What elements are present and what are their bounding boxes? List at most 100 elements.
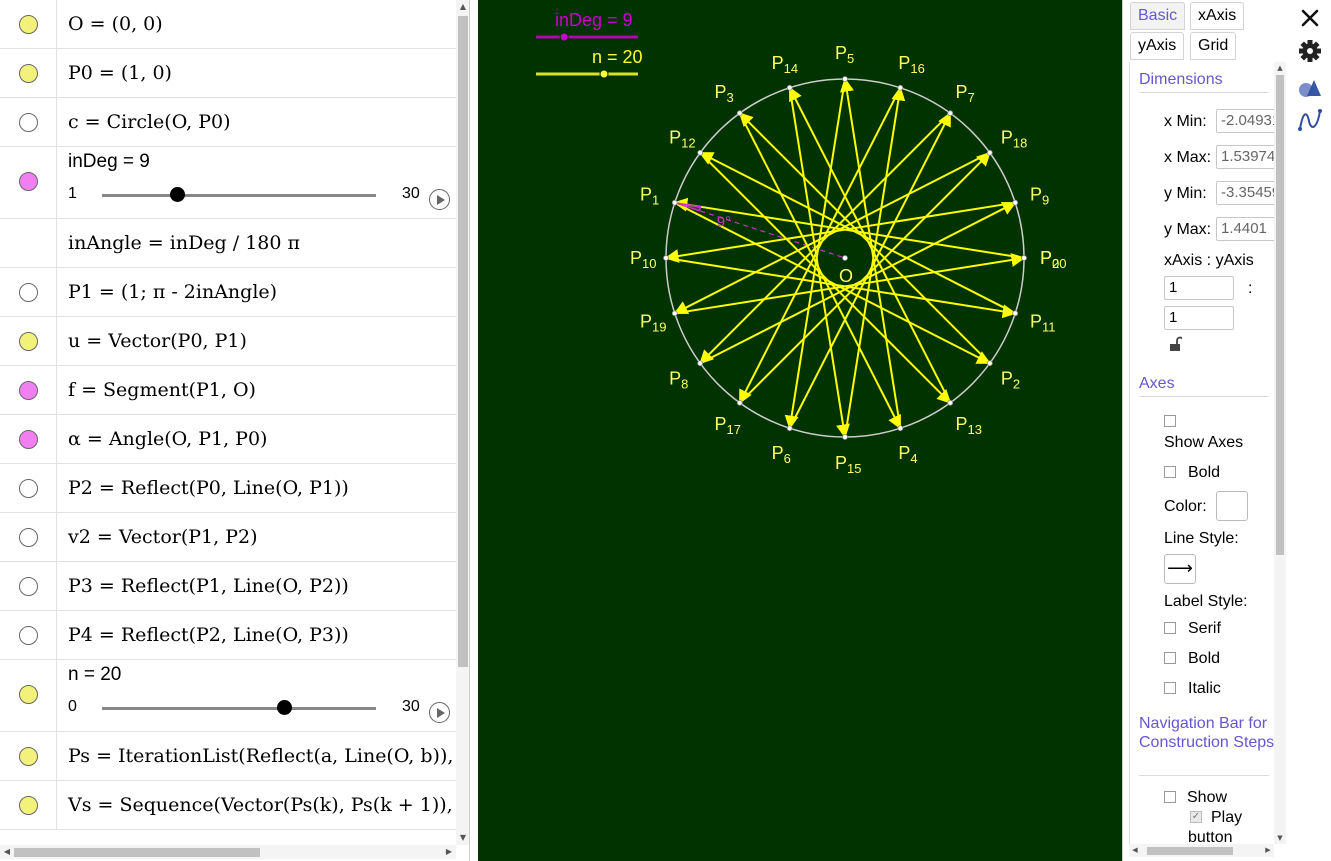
point-p4[interactable]	[897, 425, 904, 432]
serif-checkbox[interactable]	[1164, 622, 1176, 634]
visibility-toggle[interactable]	[19, 332, 38, 351]
algebra-expression[interactable]: n = 20	[68, 664, 121, 686]
point-p16[interactable]	[897, 84, 904, 91]
point-p2[interactable]	[986, 360, 993, 367]
point-p12[interactable]	[697, 149, 704, 156]
algebra-expression[interactable]: inAngle = inDeg / 180 π	[68, 232, 300, 254]
visibility-toggle[interactable]	[19, 747, 38, 766]
vector-v13[interactable]	[699, 152, 952, 404]
point-p3[interactable]	[736, 110, 743, 117]
visibility-toggle[interactable]	[19, 626, 38, 645]
play-animation-icon[interactable]	[429, 189, 450, 210]
algebra-expression[interactable]: α = Angle(O, P1, P0)	[68, 428, 267, 450]
ymax-field[interactable]: 1.4401	[1216, 217, 1280, 241]
scroll-left-arrow-icon[interactable]: ◀	[1129, 844, 1141, 857]
ratio-x-field[interactable]: 1	[1164, 276, 1234, 300]
visibility-toggle[interactable]	[19, 528, 38, 547]
algebra-row[interactable]: Ps = IterationList(Reflect(a, Line(O, b)…	[0, 732, 469, 781]
graphics-view[interactable]: 9° P0 P1 P2 P3 P4 P5 P6 P7 P8 P9 P10 P11 P12 P13 P14 P15…	[478, 0, 1122, 861]
point-p7[interactable]	[947, 110, 954, 117]
scroll-right-arrow-icon[interactable]: ▶	[1262, 844, 1274, 857]
visibility-toggle[interactable]	[19, 283, 38, 302]
algebra-row[interactable]: inAngle = inDeg / 180 π	[0, 219, 456, 268]
algebra-row[interactable]: c = Circle(O, P0)	[0, 98, 456, 147]
ymin-field[interactable]: -3.35459	[1216, 181, 1280, 205]
algebra-row[interactable]: f = Segment(P1, O)	[0, 366, 456, 415]
algebra-expression[interactable]: f = Segment(P1, O)	[68, 379, 256, 401]
visibility-toggle[interactable]	[19, 430, 38, 449]
point-origin[interactable]	[842, 255, 848, 261]
slider-knob[interactable]	[170, 187, 186, 202]
point-p18[interactable]	[986, 149, 993, 156]
italic-checkbox[interactable]	[1164, 682, 1176, 694]
point-p1[interactable]	[671, 199, 678, 206]
algebra-row[interactable]: O = (0, 0)	[0, 0, 456, 49]
algebra-row[interactable]: P0 = (1, 0)	[0, 49, 456, 98]
point-p19[interactable]	[671, 310, 678, 317]
vector-v18[interactable]	[739, 151, 991, 404]
tab-xaxis[interactable]: xAxis	[1190, 2, 1245, 30]
n-slider-knob[interactable]	[599, 69, 609, 79]
visibility-toggle[interactable]	[19, 685, 38, 704]
algebra-row[interactable]: u = Vector(P0, P1)	[0, 317, 456, 366]
properties-vertical-scrollbar[interactable]: ▲ ▼	[1274, 62, 1286, 844]
unlock-icon[interactable]	[1168, 336, 1182, 352]
algebra-row[interactable]: P2 = Reflect(P0, Line(O, P1))	[0, 464, 456, 513]
scroll-down-arrow-icon[interactable]: ▼	[1274, 832, 1286, 844]
scroll-thumb[interactable]	[1276, 75, 1284, 555]
algebra-row[interactable]: P4 = Reflect(P2, Line(O, P3))	[0, 611, 456, 660]
scroll-up-arrow-icon[interactable]: ▲	[456, 0, 469, 14]
point-p5[interactable]	[842, 76, 848, 82]
tab-basic[interactable]: Basic	[1130, 2, 1186, 30]
algebra-expression[interactable]: v2 = Vector(P1, P2)	[68, 526, 258, 548]
algebra-horizontal-scrollbar[interactable]: ◀ ▶	[0, 845, 456, 859]
scroll-up-arrow-icon[interactable]: ▲	[1274, 62, 1286, 74]
vector-v8[interactable]	[699, 112, 951, 365]
point-p13[interactable]	[947, 399, 954, 406]
settings-gear-icon[interactable]	[1297, 38, 1323, 64]
show-axes-checkbox[interactable]	[1164, 415, 1176, 427]
graphics-canvas[interactable]: 9°P0P1P2P3P4P5P6P7P8P9P10P11P12P13P14P15…	[478, 0, 1122, 861]
algebra-expression[interactable]: Vs = Sequence(Vector(Ps(k), Ps(k + 1)), …	[68, 794, 469, 816]
curve-style-icon[interactable]	[1297, 107, 1323, 133]
scroll-right-arrow-icon[interactable]: ▶	[442, 845, 456, 859]
show-navigation-checkbox[interactable]	[1164, 791, 1176, 803]
label-bold-checkbox[interactable]	[1164, 652, 1176, 664]
visibility-toggle[interactable]	[19, 113, 38, 132]
vector-v3[interactable]	[738, 112, 991, 364]
visibility-toggle[interactable]	[19, 172, 38, 191]
tab-yaxis[interactable]: yAxis	[1130, 32, 1185, 60]
point-p11[interactable]	[1012, 310, 1019, 317]
visibility-toggle[interactable]	[19, 381, 38, 400]
visibility-toggle[interactable]	[19, 64, 38, 83]
scroll-thumb[interactable]	[1147, 847, 1233, 855]
algebra-slider-row[interactable]: n = 20 0 30	[0, 660, 456, 732]
slider-track[interactable]	[102, 707, 376, 710]
algebra-expression[interactable]: inDeg = 9	[68, 151, 150, 173]
indeg-slider-knob[interactable]	[559, 32, 569, 42]
visibility-toggle[interactable]	[19, 796, 38, 815]
graphics-style-icon[interactable]	[1297, 74, 1323, 100]
segment-p1-o[interactable]	[674, 202, 846, 259]
close-icon[interactable]	[1297, 5, 1323, 31]
tab-grid[interactable]: Grid	[1190, 32, 1237, 60]
algebra-expression[interactable]: P3 = Reflect(P1, Line(O, P2))	[68, 575, 349, 597]
algebra-row[interactable]: P1 = (1; π - 2inAngle)	[0, 268, 456, 317]
algebra-row[interactable]: v2 = Vector(P1, P2)	[0, 513, 456, 562]
line-style-button[interactable]: ⟶	[1164, 554, 1196, 584]
slider-track[interactable]	[102, 194, 376, 197]
algebra-expression[interactable]: P2 = Reflect(P0, Line(O, P1))	[68, 477, 349, 499]
algebra-expression[interactable]: P4 = Reflect(P2, Line(O, P3))	[68, 624, 349, 646]
point-p6[interactable]	[786, 425, 793, 432]
ratio-y-field[interactable]: 1	[1164, 306, 1234, 330]
algebra-vertical-scrollbar[interactable]: ▲ ▼	[456, 0, 469, 845]
algebra-expression[interactable]: O = (0, 0)	[68, 13, 163, 35]
point-p17[interactable]	[736, 399, 743, 406]
scroll-down-arrow-icon[interactable]: ▼	[456, 831, 469, 845]
point-p10[interactable]	[663, 255, 669, 261]
algebra-expression[interactable]: c = Circle(O, P0)	[68, 111, 231, 133]
algebra-row[interactable]: α = Angle(O, P1, P0)	[0, 415, 456, 464]
algebra-row[interactable]: Vs = Sequence(Vector(Ps(k), Ps(k + 1)), …	[0, 781, 469, 830]
scroll-left-arrow-icon[interactable]: ◀	[0, 845, 14, 859]
algebra-expression[interactable]: Ps = IterationList(Reflect(a, Line(O, b)…	[68, 745, 469, 767]
